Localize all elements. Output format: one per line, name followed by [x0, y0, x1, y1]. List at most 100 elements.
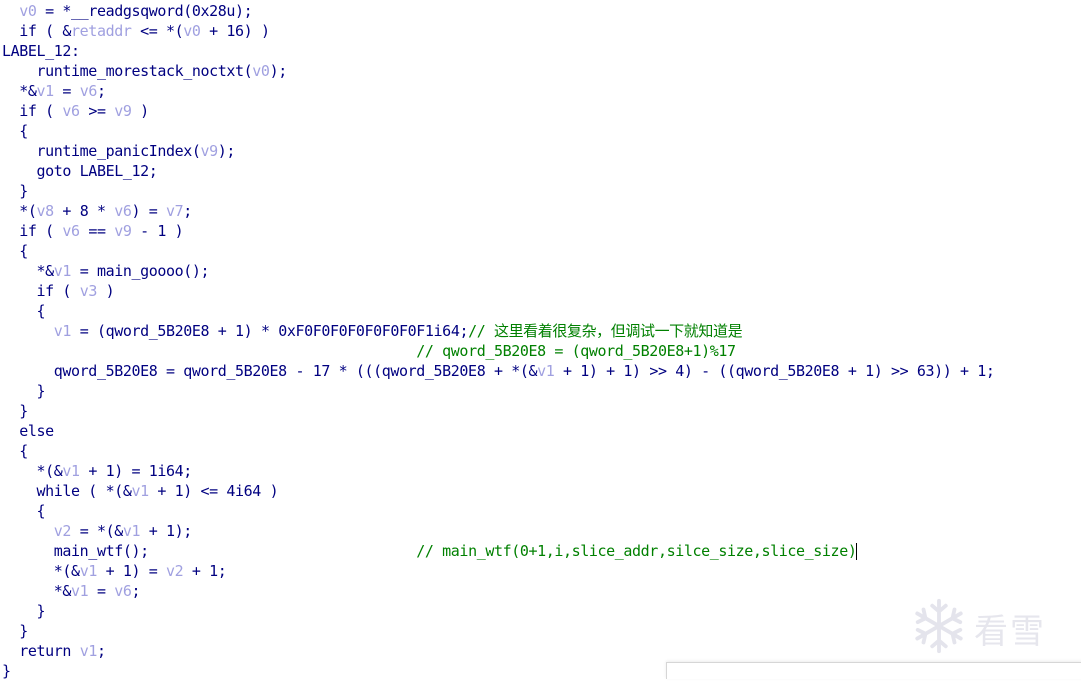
variable-token: v1: [79, 562, 98, 580]
code-token: );: [217, 142, 236, 160]
code-line[interactable]: goto LABEL_12;: [2, 161, 158, 181]
code-token: qword_5B20E8 = qword_5B20E8 - 17 * (((qw…: [2, 362, 538, 380]
code-token: main_wtf();: [2, 542, 417, 560]
variable-token: v1: [79, 642, 98, 660]
code-line[interactable]: {: [2, 301, 46, 321]
code-token: ): [131, 102, 149, 120]
code-token: {: [2, 502, 46, 520]
code-line[interactable]: qword_5B20E8 = qword_5B20E8 - 17 * (((qw…: [2, 361, 995, 381]
code-line[interactable]: v0 = *__readgsqword(0x28u);: [2, 1, 252, 21]
code-line[interactable]: // qword_5B20E8 = (qword_5B20E8+1)%17: [2, 341, 736, 361]
code-token: return: [2, 642, 80, 660]
comment-token: // 这里看着很复杂，但调试一下就知道是: [468, 322, 743, 340]
code-line[interactable]: }: [2, 621, 28, 641]
code-token: + 1) + 1) >> 4) - ((qword_5B20E8 + 1) >>…: [554, 362, 995, 380]
code-line[interactable]: *(&v1 + 1) = 1i64;: [2, 461, 193, 481]
code-line[interactable]: LABEL_12:: [2, 41, 80, 61]
variable-token: v1: [537, 362, 555, 380]
bottom-panel: [666, 662, 1081, 679]
code-line[interactable]: v1 = (qword_5B20E8 + 1) * 0xF0F0F0F0F0F0…: [2, 321, 743, 341]
code-line[interactable]: }: [2, 601, 46, 621]
code-line[interactable]: runtime_panicIndex(v9);: [2, 141, 236, 161]
code-token: }: [2, 382, 46, 400]
code-token: }: [2, 402, 28, 420]
code-line[interactable]: {: [2, 121, 28, 141]
variable-token: v1: [122, 522, 141, 540]
code-line[interactable]: {: [2, 241, 28, 261]
code-token: *(&: [2, 462, 63, 480]
code-token: while ( *(&: [2, 482, 132, 500]
code-line[interactable]: {: [2, 501, 46, 521]
variable-token: retaddr: [71, 22, 132, 40]
code-token: + 1);: [140, 522, 193, 540]
comment-token: [2, 342, 416, 360]
variable-token: v1: [62, 462, 80, 480]
code-token: LABEL_12:: [2, 42, 80, 60]
code-token: *&: [2, 82, 37, 100]
variable-token: v3: [79, 282, 98, 300]
code-line[interactable]: v2 = *(&v1 + 1);: [2, 521, 193, 541]
code-token: + 1) =: [96, 562, 166, 580]
code-line[interactable]: else: [2, 421, 54, 441]
code-token: = *__readgsqword(0x28u);: [36, 2, 253, 20]
code-line[interactable]: }: [2, 181, 28, 201]
code-token: if ( &: [2, 22, 72, 40]
code-token: if (: [2, 222, 63, 240]
code-line[interactable]: if ( v3 ): [2, 281, 115, 301]
comment-token: // qword_5B20E8 = (qword_5B20E8+1)%17: [416, 342, 736, 360]
variable-token: v6: [79, 82, 98, 100]
code-token: + 1;: [183, 562, 227, 580]
code-token: runtime_morestack_noctxt(: [2, 62, 253, 80]
variable-token: v2: [166, 562, 184, 580]
code-token: {: [2, 122, 28, 140]
code-token: ) =: [131, 202, 167, 220]
code-token: }: [2, 182, 28, 200]
code-line[interactable]: if ( &retaddr <= *(v0 + 16) ): [2, 21, 270, 41]
code-token: {: [2, 242, 28, 260]
code-line[interactable]: while ( *(&v1 + 1) <= 4i64 ): [2, 481, 279, 501]
code-token: if (: [2, 102, 63, 120]
code-line[interactable]: if ( v6 == v9 - 1 ): [2, 221, 183, 241]
code-line[interactable]: }: [2, 381, 46, 401]
code-token: ==: [79, 222, 115, 240]
code-line[interactable]: *(v8 + 8 * v6) = v7;: [2, 201, 192, 221]
variable-token: v0: [183, 22, 201, 40]
variable-token: v6: [114, 202, 132, 220]
code-line[interactable]: runtime_morestack_noctxt(v0);: [2, 61, 288, 81]
code-line[interactable]: return v1;: [2, 641, 106, 661]
code-token: =: [53, 82, 80, 100]
code-line[interactable]: *(&v1 + 1) = v2 + 1;: [2, 561, 227, 581]
code-token: >=: [79, 102, 115, 120]
code-line[interactable]: }: [2, 661, 11, 681]
code-token: );: [269, 62, 288, 80]
code-token: }: [2, 662, 11, 680]
code-token: = main_goooo();: [71, 262, 210, 280]
code-line[interactable]: *&v1 = v6;: [2, 81, 106, 101]
code-line[interactable]: *&v1 = v6;: [2, 581, 141, 601]
snowflake-icon: [910, 597, 968, 660]
code-token: *(&: [2, 562, 80, 580]
watermark: 看雪: [910, 597, 1070, 659]
code-token: ;: [96, 642, 106, 660]
code-token: {: [2, 302, 46, 320]
pseudocode-view[interactable]: v0 = *__readgsqword(0x28u); if ( &retadd…: [0, 0, 1081, 681]
variable-token: v6: [62, 102, 80, 120]
code-line[interactable]: }: [2, 401, 28, 421]
code-token: ;: [96, 82, 106, 100]
variable-token: v1: [53, 262, 72, 280]
code-line[interactable]: if ( v6 >= v9 ): [2, 101, 149, 121]
code-line[interactable]: *&v1 = main_goooo();: [2, 261, 210, 281]
code-line[interactable]: {: [2, 441, 28, 461]
comment-token: // main_wtf(0+1,i,slice_addr,silce_size,…: [416, 542, 857, 560]
code-token: + 1) <= 4i64 ): [148, 482, 279, 500]
variable-token: v7: [166, 202, 184, 220]
code-line[interactable]: main_wtf(); // main_wtf(0+1,i,slice_addr…: [2, 541, 858, 561]
variable-token: v9: [114, 222, 132, 240]
code-token: =: [88, 582, 115, 600]
variable-token: v8: [36, 202, 55, 220]
code-token: runtime_panicIndex(: [2, 142, 201, 160]
code-token: + 1) = 1i64;: [79, 462, 192, 480]
code-token: - 1 ): [131, 222, 184, 240]
